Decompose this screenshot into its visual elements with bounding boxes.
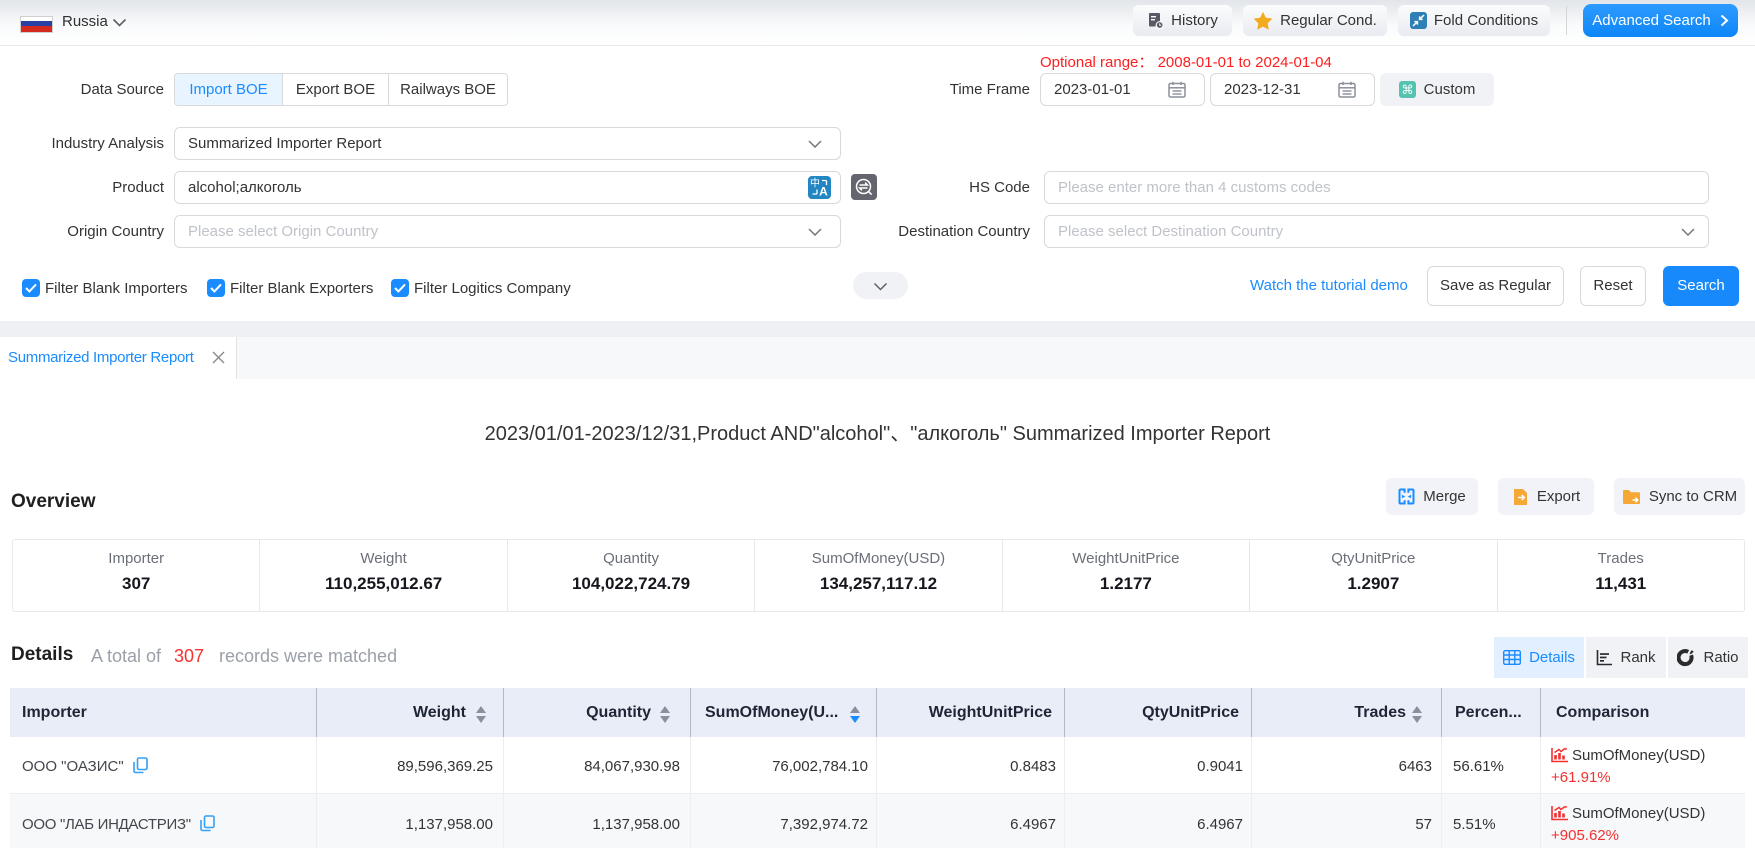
svg-text:A: A [819, 185, 828, 199]
svg-text:⌘: ⌘ [1401, 83, 1414, 97]
